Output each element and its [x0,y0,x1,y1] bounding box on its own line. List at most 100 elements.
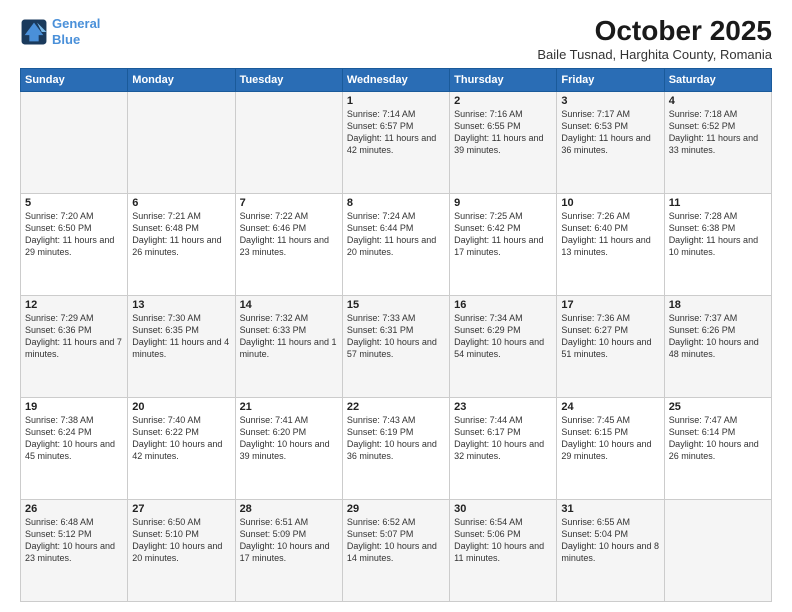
weekday-header-row: Sunday Monday Tuesday Wednesday Thursday… [21,68,772,91]
day-info: Sunrise: 7:17 AM Sunset: 6:53 PM Dayligh… [561,108,659,157]
day-info: Sunrise: 7:22 AM Sunset: 6:46 PM Dayligh… [240,210,338,259]
day-cell: 26Sunrise: 6:48 AM Sunset: 5:12 PM Dayli… [21,499,128,601]
week-row-5: 26Sunrise: 6:48 AM Sunset: 5:12 PM Dayli… [21,499,772,601]
day-info: Sunrise: 7:16 AM Sunset: 6:55 PM Dayligh… [454,108,552,157]
day-cell: 15Sunrise: 7:33 AM Sunset: 6:31 PM Dayli… [342,295,449,397]
header-thursday: Thursday [450,68,557,91]
calendar-body: 1Sunrise: 7:14 AM Sunset: 6:57 PM Daylig… [21,91,772,601]
day-number: 17 [561,299,659,311]
day-cell: 22Sunrise: 7:43 AM Sunset: 6:19 PM Dayli… [342,397,449,499]
day-cell: 19Sunrise: 7:38 AM Sunset: 6:24 PM Dayli… [21,397,128,499]
day-cell: 18Sunrise: 7:37 AM Sunset: 6:26 PM Dayli… [664,295,771,397]
day-number: 31 [561,503,659,515]
day-cell: 29Sunrise: 6:52 AM Sunset: 5:07 PM Dayli… [342,499,449,601]
day-info: Sunrise: 7:33 AM Sunset: 6:31 PM Dayligh… [347,312,445,361]
day-info: Sunrise: 7:24 AM Sunset: 6:44 PM Dayligh… [347,210,445,259]
day-info: Sunrise: 6:52 AM Sunset: 5:07 PM Dayligh… [347,516,445,565]
day-number: 10 [561,197,659,209]
day-cell: 13Sunrise: 7:30 AM Sunset: 6:35 PM Dayli… [128,295,235,397]
logo-text: General Blue [52,16,100,47]
day-number: 9 [454,197,552,209]
day-info: Sunrise: 7:41 AM Sunset: 6:20 PM Dayligh… [240,414,338,463]
header-monday: Monday [128,68,235,91]
day-info: Sunrise: 7:44 AM Sunset: 6:17 PM Dayligh… [454,414,552,463]
logo-icon [20,18,48,46]
day-cell: 16Sunrise: 7:34 AM Sunset: 6:29 PM Dayli… [450,295,557,397]
day-cell [128,91,235,193]
day-cell: 20Sunrise: 7:40 AM Sunset: 6:22 PM Dayli… [128,397,235,499]
day-number: 24 [561,401,659,413]
day-cell: 4Sunrise: 7:18 AM Sunset: 6:52 PM Daylig… [664,91,771,193]
day-cell: 30Sunrise: 6:54 AM Sunset: 5:06 PM Dayli… [450,499,557,601]
day-info: Sunrise: 6:50 AM Sunset: 5:10 PM Dayligh… [132,516,230,565]
day-number: 3 [561,95,659,107]
day-number: 2 [454,95,552,107]
day-cell: 10Sunrise: 7:26 AM Sunset: 6:40 PM Dayli… [557,193,664,295]
day-info: Sunrise: 7:45 AM Sunset: 6:15 PM Dayligh… [561,414,659,463]
day-number: 20 [132,401,230,413]
day-number: 5 [25,197,123,209]
day-number: 25 [669,401,767,413]
calendar-title: October 2025 [537,16,772,47]
day-cell: 28Sunrise: 6:51 AM Sunset: 5:09 PM Dayli… [235,499,342,601]
logo-general: General [52,16,100,31]
day-info: Sunrise: 6:55 AM Sunset: 5:04 PM Dayligh… [561,516,659,565]
day-info: Sunrise: 7:28 AM Sunset: 6:38 PM Dayligh… [669,210,767,259]
day-cell: 5Sunrise: 7:20 AM Sunset: 6:50 PM Daylig… [21,193,128,295]
day-info: Sunrise: 7:37 AM Sunset: 6:26 PM Dayligh… [669,312,767,361]
day-number: 18 [669,299,767,311]
day-number: 28 [240,503,338,515]
day-cell: 6Sunrise: 7:21 AM Sunset: 6:48 PM Daylig… [128,193,235,295]
day-number: 26 [25,503,123,515]
day-number: 7 [240,197,338,209]
day-info: Sunrise: 7:38 AM Sunset: 6:24 PM Dayligh… [25,414,123,463]
day-number: 8 [347,197,445,209]
day-info: Sunrise: 7:36 AM Sunset: 6:27 PM Dayligh… [561,312,659,361]
day-number: 4 [669,95,767,107]
day-number: 12 [25,299,123,311]
day-cell [664,499,771,601]
day-cell: 12Sunrise: 7:29 AM Sunset: 6:36 PM Dayli… [21,295,128,397]
day-info: Sunrise: 6:54 AM Sunset: 5:06 PM Dayligh… [454,516,552,565]
day-cell: 7Sunrise: 7:22 AM Sunset: 6:46 PM Daylig… [235,193,342,295]
day-cell: 8Sunrise: 7:24 AM Sunset: 6:44 PM Daylig… [342,193,449,295]
day-cell: 9Sunrise: 7:25 AM Sunset: 6:42 PM Daylig… [450,193,557,295]
title-block: October 2025 Baile Tusnad, Harghita Coun… [537,16,772,62]
header-saturday: Saturday [664,68,771,91]
header-wednesday: Wednesday [342,68,449,91]
day-info: Sunrise: 7:43 AM Sunset: 6:19 PM Dayligh… [347,414,445,463]
week-row-3: 12Sunrise: 7:29 AM Sunset: 6:36 PM Dayli… [21,295,772,397]
day-info: Sunrise: 7:32 AM Sunset: 6:33 PM Dayligh… [240,312,338,361]
week-row-2: 5Sunrise: 7:20 AM Sunset: 6:50 PM Daylig… [21,193,772,295]
calendar-table: Sunday Monday Tuesday Wednesday Thursday… [20,68,772,602]
week-row-1: 1Sunrise: 7:14 AM Sunset: 6:57 PM Daylig… [21,91,772,193]
day-number: 29 [347,503,445,515]
calendar-header: Sunday Monday Tuesday Wednesday Thursday… [21,68,772,91]
day-number: 6 [132,197,230,209]
page: General Blue October 2025 Baile Tusnad, … [0,0,792,612]
day-cell: 17Sunrise: 7:36 AM Sunset: 6:27 PM Dayli… [557,295,664,397]
day-cell: 14Sunrise: 7:32 AM Sunset: 6:33 PM Dayli… [235,295,342,397]
day-info: Sunrise: 7:25 AM Sunset: 6:42 PM Dayligh… [454,210,552,259]
logo: General Blue [20,16,100,47]
day-info: Sunrise: 7:20 AM Sunset: 6:50 PM Dayligh… [25,210,123,259]
day-info: Sunrise: 7:18 AM Sunset: 6:52 PM Dayligh… [669,108,767,157]
day-info: Sunrise: 7:21 AM Sunset: 6:48 PM Dayligh… [132,210,230,259]
day-number: 21 [240,401,338,413]
day-cell: 11Sunrise: 7:28 AM Sunset: 6:38 PM Dayli… [664,193,771,295]
day-number: 15 [347,299,445,311]
day-cell: 3Sunrise: 7:17 AM Sunset: 6:53 PM Daylig… [557,91,664,193]
day-cell: 25Sunrise: 7:47 AM Sunset: 6:14 PM Dayli… [664,397,771,499]
day-cell: 24Sunrise: 7:45 AM Sunset: 6:15 PM Dayli… [557,397,664,499]
header: General Blue October 2025 Baile Tusnad, … [20,16,772,62]
day-number: 16 [454,299,552,311]
header-tuesday: Tuesday [235,68,342,91]
day-number: 14 [240,299,338,311]
day-info: Sunrise: 6:48 AM Sunset: 5:12 PM Dayligh… [25,516,123,565]
day-cell: 31Sunrise: 6:55 AM Sunset: 5:04 PM Dayli… [557,499,664,601]
day-cell [235,91,342,193]
header-friday: Friday [557,68,664,91]
day-cell: 2Sunrise: 7:16 AM Sunset: 6:55 PM Daylig… [450,91,557,193]
week-row-4: 19Sunrise: 7:38 AM Sunset: 6:24 PM Dayli… [21,397,772,499]
day-info: Sunrise: 7:14 AM Sunset: 6:57 PM Dayligh… [347,108,445,157]
